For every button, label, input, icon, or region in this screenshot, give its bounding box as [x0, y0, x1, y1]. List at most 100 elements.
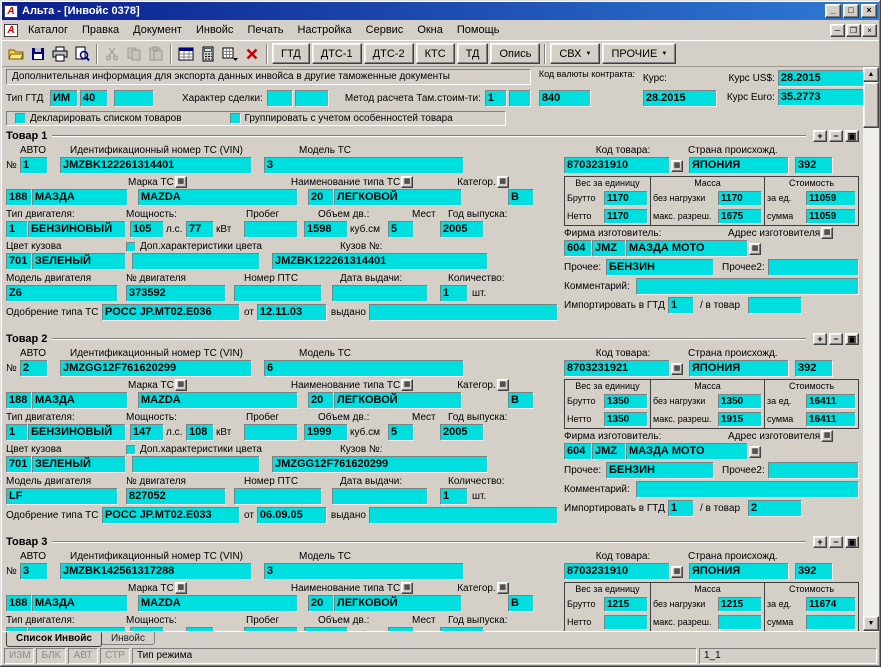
- color-extra-checkbox[interactable]: [126, 445, 136, 455]
- other-field[interactable]: БЕНЗИН: [606, 259, 714, 276]
- model-ts-field[interactable]: 3: [264, 157, 464, 174]
- engine-no-field[interactable]: 373592: [126, 285, 226, 302]
- type-name-field[interactable]: ЛЕГКОВОЙ: [334, 595, 462, 612]
- brand-lookup-button[interactable]: ▦: [174, 176, 187, 188]
- deal-field-1[interactable]: [266, 90, 293, 107]
- menu-windows[interactable]: Окна: [410, 22, 450, 38]
- engine-type-code-field[interactable]: 1: [6, 221, 28, 238]
- brand-latin-field[interactable]: MAZDA: [138, 189, 298, 206]
- manufacturer-lookup-button[interactable]: ▦: [749, 445, 761, 458]
- mass-empty-field[interactable]: 1170: [718, 190, 762, 206]
- mileage-field[interactable]: [244, 221, 298, 238]
- save-icon[interactable]: [27, 43, 49, 65]
- pts-no-field[interactable]: [234, 488, 322, 505]
- power-hp-field[interactable]: [130, 627, 164, 631]
- approval-field[interactable]: РОСС JP.МТ02.Е036: [102, 304, 240, 321]
- mdi-close-button[interactable]: ×: [862, 23, 877, 37]
- scroll-thumb[interactable]: [863, 82, 879, 128]
- mass-empty-field[interactable]: 1215: [718, 596, 762, 612]
- gtd-type-field-3[interactable]: [114, 90, 154, 107]
- brand-latin-field[interactable]: MAZDA: [138, 595, 298, 612]
- mass-max-field[interactable]: 1915: [718, 411, 762, 427]
- add-product-button[interactable]: +: [813, 332, 827, 345]
- close-button[interactable]: ×: [861, 4, 877, 18]
- other2-field[interactable]: [768, 462, 859, 479]
- svh-dropdown-button[interactable]: СВХ ▼: [550, 43, 601, 64]
- type-lookup-button[interactable]: ▦: [401, 582, 414, 594]
- scroll-track[interactable]: [863, 82, 879, 616]
- engine-type-code-field[interactable]: 1: [6, 424, 28, 441]
- add-product-button[interactable]: +: [813, 129, 827, 142]
- engine-model-field[interactable]: LF: [6, 488, 118, 505]
- auto-number-field[interactable]: 1: [20, 157, 48, 174]
- code-lookup-button[interactable]: ▦: [671, 362, 683, 375]
- other2-field[interactable]: [768, 259, 859, 276]
- power-hp-field[interactable]: 147: [130, 424, 164, 441]
- gross-field[interactable]: 1350: [604, 393, 648, 409]
- type-code-field[interactable]: 20: [308, 189, 334, 206]
- net-field[interactable]: [604, 614, 648, 630]
- type-name-field[interactable]: ЛЕГКОВОЙ: [334, 392, 462, 409]
- gross-field[interactable]: 1170: [604, 190, 648, 206]
- usd-rate-field[interactable]: 28.2015: [777, 70, 863, 87]
- year-field[interactable]: 2005: [440, 221, 484, 238]
- mass-max-field[interactable]: [718, 614, 762, 630]
- power-kw-field[interactable]: [186, 627, 214, 631]
- engine-volume-field[interactable]: 1598: [304, 221, 348, 238]
- price-sum-field[interactable]: [806, 614, 856, 630]
- price-sum-field[interactable]: 11059: [806, 208, 856, 224]
- color-code-field[interactable]: 701: [6, 253, 32, 270]
- tab-invoice-list[interactable]: Список Инвойс: [6, 632, 102, 647]
- vin-field[interactable]: JMZGG12F761620299: [60, 360, 252, 377]
- tab-invoice[interactable]: Инвойс: [100, 632, 155, 645]
- engine-model-field[interactable]: Z6: [6, 285, 118, 302]
- td-button[interactable]: ТД: [456, 43, 489, 64]
- comment-field[interactable]: [636, 278, 859, 295]
- euro-rate-field[interactable]: 35.2773: [777, 89, 863, 106]
- manufacturer-abbr-field[interactable]: JMZ: [592, 443, 626, 460]
- type-lookup-button[interactable]: ▦: [401, 379, 414, 391]
- group-checkbox[interactable]: [229, 113, 241, 124]
- issue-date-field[interactable]: [332, 488, 428, 505]
- brand-name-field[interactable]: МАЗДА: [32, 392, 128, 409]
- category-field[interactable]: B: [508, 189, 534, 206]
- method-field-1[interactable]: 1: [484, 90, 507, 107]
- brand-name-field[interactable]: МАЗДА: [32, 189, 128, 206]
- country-field[interactable]: ЯПОНИЯ: [689, 360, 789, 377]
- color-field[interactable]: ЗЕЛЕНЫЙ: [32, 253, 126, 270]
- country-field[interactable]: ЯПОНИЯ: [689, 563, 789, 580]
- category-field[interactable]: B: [508, 392, 534, 409]
- type-lookup-button[interactable]: ▦: [401, 176, 414, 188]
- country-code-field[interactable]: 392: [795, 360, 833, 377]
- engine-type-code-field[interactable]: [6, 627, 28, 631]
- comment-field[interactable]: [636, 481, 859, 498]
- brand-lookup-button[interactable]: ▦: [174, 379, 187, 391]
- import-item-field[interactable]: 2: [748, 500, 802, 517]
- rate-field[interactable]: 28.2015: [642, 90, 717, 107]
- currency-code-field[interactable]: 840: [538, 90, 591, 107]
- brand-code-field[interactable]: 188: [6, 189, 32, 206]
- menu-service[interactable]: Сервис: [359, 22, 411, 38]
- add-product-button[interactable]: +: [813, 535, 827, 548]
- address-lookup-button[interactable]: ▦: [821, 227, 834, 239]
- mass-empty-field[interactable]: 1350: [718, 393, 762, 409]
- type-code-field[interactable]: 20: [308, 595, 334, 612]
- manufacturer-name-field[interactable]: МАЗДА МОТО: [626, 443, 748, 460]
- method-field-2[interactable]: [508, 90, 531, 107]
- product-code-field[interactable]: 8703231910: [564, 563, 670, 580]
- menu-invoice[interactable]: Инвойс: [189, 22, 240, 38]
- mass-max-field[interactable]: 1675: [718, 208, 762, 224]
- address-lookup-button[interactable]: ▦: [821, 430, 834, 442]
- country-field[interactable]: ЯПОНИЯ: [689, 157, 789, 174]
- manufacturer-code-field[interactable]: 604: [564, 443, 592, 460]
- color-code-field[interactable]: 701: [6, 456, 32, 473]
- expand-product-button[interactable]: ▣: [845, 129, 859, 142]
- remove-product-button[interactable]: −: [829, 129, 843, 142]
- brand-lookup-button[interactable]: ▦: [174, 582, 187, 594]
- import-gtd-field[interactable]: 1: [668, 500, 694, 517]
- issued-by-field[interactable]: [368, 304, 558, 321]
- cut-icon[interactable]: [101, 43, 123, 65]
- seats-field[interactable]: 5: [388, 221, 414, 238]
- gtd-type-field-1[interactable]: ИМ: [50, 90, 78, 107]
- color-extra-field[interactable]: [132, 456, 260, 473]
